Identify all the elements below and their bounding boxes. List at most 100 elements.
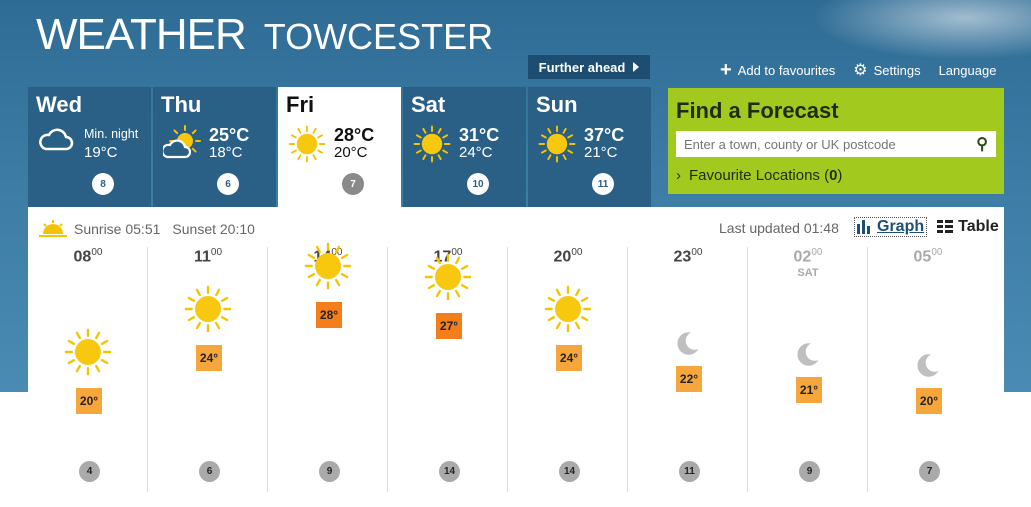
town-heading: TOWCESTER (263, 16, 494, 57)
temperature-badge: 21° (796, 377, 822, 403)
hour-time: 0200 (793, 247, 823, 266)
wind-speed-badge: 11 (592, 173, 614, 195)
hour-time: 0500 (913, 247, 943, 266)
wind-speed-badge: 6 (217, 173, 239, 195)
settings-link[interactable]: ⚙ Settings (853, 60, 920, 80)
favourite-locations-link[interactable]: › Favourite Locations (0) (676, 167, 996, 184)
day-low-temp: 21°C (584, 144, 618, 161)
hour-column: 140028°9 (268, 242, 388, 492)
cloud-decoration (811, 0, 1031, 60)
sun-cloud-icon (161, 125, 201, 159)
sunset-time: Sunset 20:10 (172, 221, 255, 237)
hour-weather-icon (544, 285, 592, 333)
find-forecast-panel: Find a Forecast ⚲ › Favourite Locations … (668, 88, 1004, 194)
sun-icon (424, 253, 472, 301)
temperature-badge: 28° (316, 302, 342, 328)
day-tab-sat[interactable]: Sat 31°C 24°C 10 (403, 87, 526, 207)
page-title: WEATHER TOWCESTER (36, 10, 493, 60)
sun-icon (544, 285, 592, 333)
sun-icon (184, 285, 232, 333)
arrow-right-icon (633, 62, 640, 72)
wind-speed-badge: 6 (199, 461, 220, 482)
add-favourites-label: Add to favourites (737, 62, 836, 78)
day-low-temp: 24°C (459, 144, 493, 161)
hour-weather-icon (424, 253, 472, 301)
find-forecast-title: Find a Forecast (676, 98, 839, 123)
day-weather-icon (38, 125, 76, 163)
wind-speed-badge: 8 (92, 173, 114, 195)
day-name: Fri (286, 92, 315, 117)
temperature-badge: 22° (676, 366, 702, 392)
hour-column: 1700 27° 14 (388, 247, 508, 492)
day-tab-sun[interactable]: Sun 37°C 21°C 11 (528, 87, 651, 207)
day-tab-fri[interactable]: Fri 28°C 20°C 7 (278, 87, 401, 209)
hour-weather-icon (184, 285, 232, 333)
further-ahead-label: Further ahead (538, 59, 626, 75)
table-label: Table (958, 218, 999, 235)
temperature-badge: 24° (556, 345, 582, 371)
day-high-temp: 31°C (459, 125, 500, 145)
temperature-badge: 24° (196, 345, 222, 371)
hour-time: 2300 (673, 247, 703, 266)
search-input[interactable] (684, 136, 954, 152)
weather-heading: WEATHER (36, 10, 247, 59)
gear-icon: ⚙ (853, 62, 868, 79)
graph-view-button[interactable]: Graph (854, 217, 928, 237)
chevron-right-icon: › (676, 167, 681, 184)
day-tab-thu[interactable]: Thu 25°C 18°C 6 (153, 87, 276, 207)
moon-icon (677, 332, 699, 355)
search-box: ⚲ (676, 131, 996, 157)
hour-column: 2000 24° 14 (508, 247, 628, 492)
hour-column: 0200 SAT 21° 9 (748, 247, 868, 492)
sun-times: Sunrise 05:51 Sunset 20:10 (38, 220, 255, 238)
sun-icon (304, 242, 352, 290)
view-toggle: Graph Table (854, 217, 999, 237)
hour-day-label: SAT (797, 267, 819, 279)
day-weather-icon (288, 125, 326, 163)
wind-speed-badge: 14 (559, 461, 580, 482)
cloud-night-icon (39, 128, 74, 151)
day-high-temp: 28°C (334, 125, 375, 145)
table-view-button[interactable]: Table (937, 218, 999, 236)
min-night-value: 19°C (84, 144, 118, 161)
wind-speed-badge: 11 (679, 461, 700, 482)
top-links: + Add to favourites ⚙ Settings Language (720, 60, 996, 80)
wind-speed-badge: 7 (342, 173, 364, 195)
hour-time: 2000 (553, 247, 583, 266)
moon-icon (917, 354, 939, 377)
language-label: Language (938, 62, 997, 78)
further-ahead-button[interactable]: Further ahead (528, 55, 650, 79)
hour-weather-icon (673, 328, 703, 358)
wind-speed-badge: 9 (319, 461, 340, 482)
add-favourites-link[interactable]: + Add to favourites (720, 59, 836, 81)
settings-label: Settings (873, 62, 921, 78)
plus-icon: + (720, 59, 732, 81)
day-high-temp: 37°C (584, 125, 625, 145)
day-tab-wed[interactable]: Wed Min. night 19°C 8 (28, 87, 151, 207)
hour-time: 0800 (73, 247, 103, 266)
language-link[interactable]: Language (939, 63, 997, 78)
day-tabs: Wed Min. night 19°C 8 Thu 25°C 18°C 6 Fri 28°C 20°… (28, 87, 651, 209)
hour-column: 0500 20° 7 (868, 247, 988, 492)
min-night-label: Min. night (84, 127, 139, 141)
graph-label: Graph (877, 218, 925, 235)
hour-weather-icon (64, 328, 112, 376)
temperature-badge: 20° (916, 388, 942, 414)
day-low-temp: 18°C (209, 144, 243, 161)
sun-icon (413, 125, 451, 163)
hour-weather-icon (304, 242, 352, 290)
hour-weather-icon (913, 350, 943, 380)
sunrise-icon (39, 220, 67, 237)
hour-column: 1100 24° 6 (148, 247, 268, 492)
temperature-badge: 20° (76, 388, 102, 414)
day-weather-icon (413, 125, 451, 163)
sun-icon (538, 125, 576, 163)
wind-speed-badge: 9 (799, 461, 820, 482)
day-high-temp: 25°C (209, 125, 250, 145)
hour-time: 1100 (193, 247, 223, 266)
search-icon[interactable]: ⚲ (976, 134, 988, 154)
wind-speed-badge: 10 (467, 173, 489, 195)
hour-column: 2300 22° 11 (628, 247, 748, 492)
hourly-panel: Sunrise 05:51 Sunset 20:10 Last updated … (28, 207, 1004, 507)
day-low-temp: 20°C (334, 144, 368, 161)
